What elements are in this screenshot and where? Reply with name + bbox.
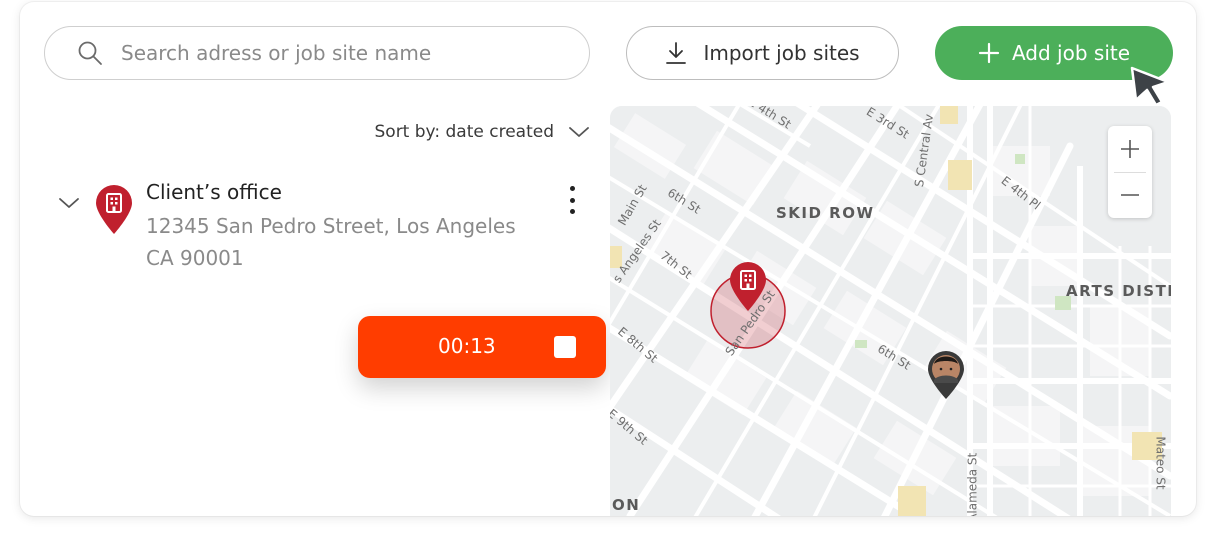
job-site-item[interactable]: Client’s office 12345 San Pedro Street, … xyxy=(58,178,588,278)
stop-icon[interactable] xyxy=(554,336,576,358)
map-label-skid-row: SKID ROW xyxy=(776,204,875,222)
map-label-mateo-st: Mateo St xyxy=(1153,436,1168,490)
plus-icon xyxy=(1121,140,1139,158)
user-avatar-pin-icon[interactable] xyxy=(926,350,966,400)
zoom-controls xyxy=(1108,126,1152,218)
map-view[interactable]: E 4th St E 3rd St S Central Av E 4th Pl … xyxy=(610,106,1171,516)
minus-icon xyxy=(1121,194,1139,196)
chevron-down-icon xyxy=(569,127,589,137)
map-label-bottom-left: ON xyxy=(612,496,641,514)
job-sites-panel: Import job sites Add job site Sort by: d… xyxy=(20,2,1196,516)
timer-widget[interactable]: 00:13 xyxy=(358,316,606,378)
kebab-icon[interactable] xyxy=(560,184,584,216)
zoom-out-button[interactable] xyxy=(1108,172,1152,218)
building-pin-icon xyxy=(96,185,132,234)
job-site-address-line2: CA 90001 xyxy=(146,246,244,270)
download-icon xyxy=(666,42,687,64)
map-label-alameda-st: S Alameda St xyxy=(965,452,980,516)
map-label-arts-district: ARTS DISTR xyxy=(1066,282,1171,300)
job-site-name: Client’s office xyxy=(146,180,282,204)
import-job-sites-button[interactable]: Import job sites xyxy=(626,26,899,80)
add-label: Add job site xyxy=(1011,41,1131,65)
sort-dropdown[interactable]: Sort by: date created xyxy=(320,120,590,144)
plus-icon xyxy=(978,42,1000,64)
map-streets xyxy=(610,106,1171,516)
timer-elapsed: 00:13 xyxy=(438,334,496,358)
import-label: Import job sites xyxy=(703,41,860,65)
expand-chevron-icon[interactable] xyxy=(58,196,80,210)
zoom-in-button[interactable] xyxy=(1108,126,1152,172)
search-input[interactable] xyxy=(121,41,541,65)
job-site-address-line1: 12345 San Pedro Street, Los Angeles xyxy=(146,214,516,238)
mouse-cursor-icon xyxy=(1130,66,1170,107)
search-icon xyxy=(78,41,102,65)
sort-label: Sort by: date created xyxy=(374,122,555,142)
search-box[interactable] xyxy=(44,26,590,80)
